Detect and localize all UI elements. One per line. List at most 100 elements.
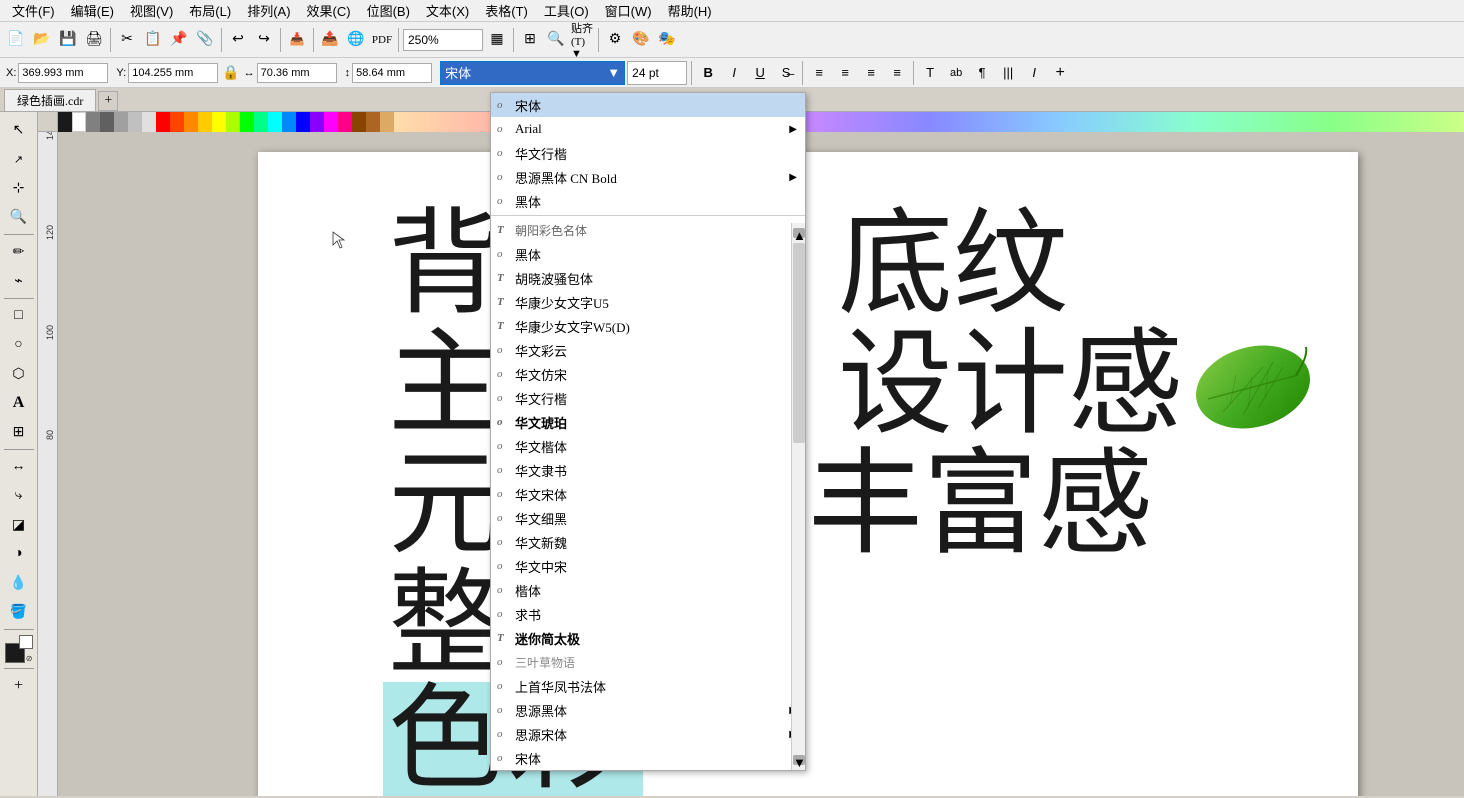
shadow-tool[interactable]: ◪ xyxy=(3,511,35,539)
font-item-huawen-songti[interactable]: o 华文宋体 xyxy=(491,482,805,506)
font-item-kaiti[interactable]: o 楷体 xyxy=(491,578,805,602)
color-red[interactable] xyxy=(156,112,170,132)
open-button[interactable]: 📂 xyxy=(30,28,54,52)
snap-button[interactable]: 贴齐(T) ▼ xyxy=(570,28,594,52)
italic-button[interactable]: I xyxy=(722,61,746,85)
character-button[interactable]: ab xyxy=(944,61,968,85)
menu-view[interactable]: 视图(V) xyxy=(122,0,181,22)
font-item-songti-bottom[interactable]: o 宋体 xyxy=(491,746,805,770)
font-item-siyuanheiti[interactable]: o 思源黑体 ▶ xyxy=(491,698,805,722)
menu-window[interactable]: 窗口(W) xyxy=(597,0,660,22)
color-violet[interactable] xyxy=(310,112,324,132)
h-input[interactable] xyxy=(352,63,432,83)
font-item-huawen-caiyun[interactable]: o 华文彩云 xyxy=(491,338,805,362)
align-left-button[interactable]: ≡ xyxy=(807,61,831,85)
select-shape-tool[interactable]: ↗ xyxy=(3,145,35,173)
palette-button[interactable]: 🎭 xyxy=(655,28,679,52)
menu-edit[interactable]: 编辑(E) xyxy=(63,0,122,22)
menu-layout[interactable]: 布局(L) xyxy=(181,0,239,22)
underline-button[interactable]: U xyxy=(748,61,772,85)
menu-arrange[interactable]: 排列(A) xyxy=(239,0,298,22)
cut-button[interactable]: ✂ xyxy=(115,28,139,52)
font-item-huawen-xihei[interactable]: o 华文细黑 xyxy=(491,506,805,530)
y-input[interactable] xyxy=(128,63,218,83)
color-silver[interactable] xyxy=(142,112,156,132)
color-magenta[interactable] xyxy=(324,112,338,132)
dropdown-scrollbar[interactable]: ▲ ▼ xyxy=(791,223,805,770)
color-lightgray[interactable] xyxy=(128,112,142,132)
print-button[interactable]: 🖨 xyxy=(82,28,106,52)
rectangle-tool[interactable]: □ xyxy=(3,302,35,330)
align-center-button[interactable]: ≡ xyxy=(833,61,857,85)
pdf-button[interactable]: PDF xyxy=(370,28,394,52)
fill-tool[interactable]: 🪣 xyxy=(3,598,35,626)
color-white[interactable] xyxy=(72,112,86,132)
menu-file[interactable]: 文件(F) xyxy=(4,0,63,22)
menu-effects[interactable]: 效果(C) xyxy=(299,0,359,22)
font-item-huibo[interactable]: T 胡晓波骚包体 xyxy=(491,266,805,290)
crop-tool[interactable]: ⊹ xyxy=(3,174,35,202)
color-yellow-green[interactable] xyxy=(226,112,240,132)
zoom-combo[interactable] xyxy=(403,29,483,51)
font-scroll-area[interactable]: T 朝阳彩色名体 o 黑体 T 胡晓波骚包体 T xyxy=(491,218,805,770)
color-darkgray[interactable] xyxy=(100,112,114,132)
color-blue-cyan[interactable] xyxy=(282,112,296,132)
bold-button[interactable]: B xyxy=(696,61,720,85)
select-tool[interactable]: ↖ xyxy=(3,116,35,144)
color-cyan[interactable] xyxy=(268,112,282,132)
scroll-down-arrow[interactable]: ▼ xyxy=(793,755,805,765)
font-size-input[interactable] xyxy=(627,61,687,85)
freehand-tool[interactable]: ✏ xyxy=(3,238,35,266)
font-item-qiushu[interactable]: o 求书 xyxy=(491,602,805,626)
undo-button[interactable]: ↩ xyxy=(226,28,250,52)
font-item-arial[interactable]: o Arial ▶ xyxy=(491,117,805,141)
font-item-minijian-taiji[interactable]: T 迷你简太极 xyxy=(491,626,805,650)
options-button[interactable]: ⚙ xyxy=(603,28,627,52)
full-screen-button[interactable]: ⊞ xyxy=(518,28,542,52)
color-indicator[interactable]: ⊘ xyxy=(5,635,33,663)
new-tab-button[interactable]: + xyxy=(98,91,118,111)
polygon-tool[interactable]: ⬡ xyxy=(3,360,35,388)
file-tab[interactable]: 绿色插画.cdr xyxy=(4,89,96,111)
script-button[interactable]: I xyxy=(1022,61,1046,85)
paste-button[interactable]: 📌 xyxy=(167,28,191,52)
color-blue[interactable] xyxy=(296,112,310,132)
add-page-button[interactable]: + xyxy=(3,672,35,700)
color-black[interactable] xyxy=(58,112,72,132)
font-item-huawen-xinwei[interactable]: o 华文新魏 xyxy=(491,530,805,554)
strikethrough-button[interactable]: S̶ xyxy=(774,61,798,85)
font-item-huawen-xingkai[interactable]: o 华文行楷 xyxy=(491,141,805,165)
font-item-chaoyangcaize[interactable]: T 朝阳彩色名体 xyxy=(491,218,805,242)
menu-bitmap[interactable]: 位图(B) xyxy=(359,0,418,22)
ellipse-tool[interactable]: ○ xyxy=(3,331,35,359)
color-yellow-orange[interactable] xyxy=(198,112,212,132)
table-tool[interactable]: ⊞ xyxy=(3,418,35,446)
font-item-huawen-kaiti[interactable]: o 华文楷体 xyxy=(491,434,805,458)
transparency-tool[interactable]: ◑ xyxy=(3,540,35,568)
w-input[interactable] xyxy=(257,63,337,83)
para-button[interactable]: ¶ xyxy=(970,61,994,85)
view-manager-button[interactable]: 🔍 xyxy=(544,28,568,52)
insert-char-button[interactable]: + xyxy=(1048,61,1072,85)
font-item-sanyecao[interactable]: o 三叶草物语 xyxy=(491,650,805,674)
new-button[interactable]: 📄 xyxy=(4,28,28,52)
smart-draw-tool[interactable]: ⌁ xyxy=(3,267,35,295)
color-sand[interactable] xyxy=(380,112,394,132)
zoom-tool[interactable]: 🔍 xyxy=(3,203,35,231)
font-item-heiti-top[interactable]: o 黑体 xyxy=(491,189,805,213)
color-orange[interactable] xyxy=(184,112,198,132)
font-item-huawen-lishu[interactable]: o 华文隶书 xyxy=(491,458,805,482)
font-item-huawen-xingkai2[interactable]: o 华文行楷 xyxy=(491,386,805,410)
color-tan[interactable] xyxy=(366,112,380,132)
font-item-huawen-zhongsong[interactable]: o 华文中宋 xyxy=(491,554,805,578)
color-red-orange[interactable] xyxy=(170,112,184,132)
import-button[interactable]: 📥 xyxy=(285,28,309,52)
color-pink[interactable] xyxy=(338,112,352,132)
zoom-levels-button[interactable]: ▦ xyxy=(485,28,509,52)
justify-button[interactable]: ≡ xyxy=(885,61,909,85)
save-button[interactable]: 💾 xyxy=(56,28,80,52)
redo-button[interactable]: ↪ xyxy=(252,28,276,52)
font-item-siyuansongti[interactable]: o 思源宋体 ▶ xyxy=(491,722,805,746)
paste-special-button[interactable]: 📎 xyxy=(193,28,217,52)
color-brown[interactable] xyxy=(352,112,366,132)
